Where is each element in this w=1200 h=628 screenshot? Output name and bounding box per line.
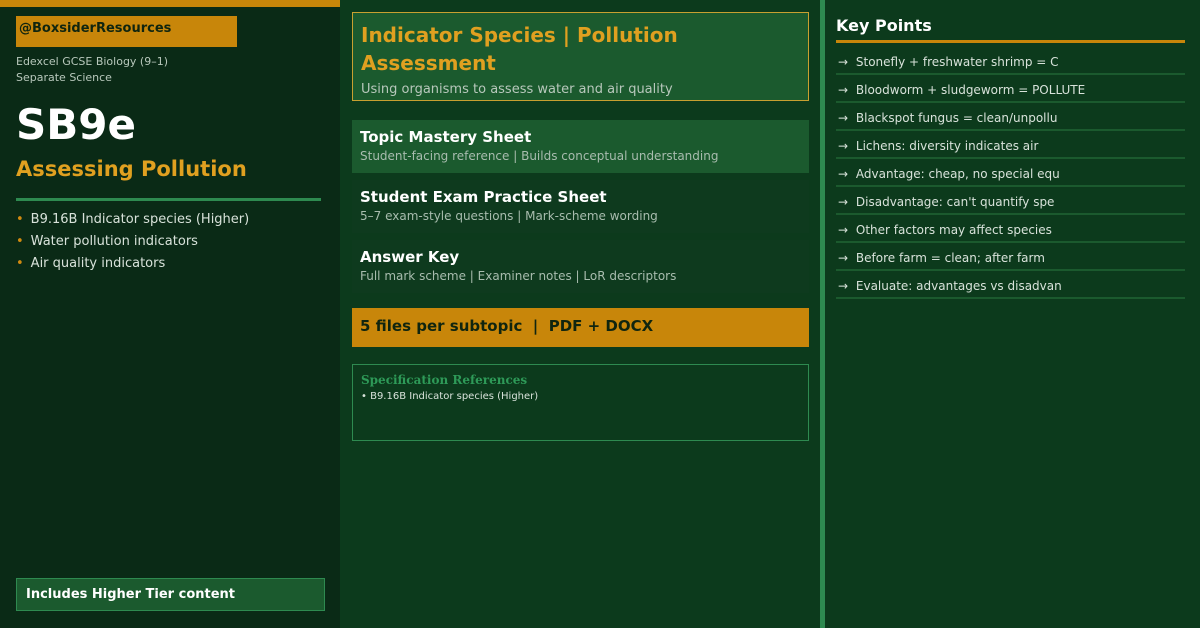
- arrow-icon: →: [838, 251, 849, 265]
- card-title: Topic Mastery Sheet: [360, 128, 532, 146]
- arrow-icon: →: [838, 167, 849, 181]
- course-name: Edexcel GCSE Biology (9–1): [16, 55, 169, 68]
- arrow-icon: →: [838, 139, 849, 153]
- accent-bar: [0, 0, 340, 7]
- list-item: → Disadvantage: can't quantify spe: [836, 187, 1185, 215]
- page-description: Using organisms to assess water and air …: [361, 82, 673, 97]
- arrow-icon: →: [838, 55, 849, 69]
- course-info: Edexcel GCSE Biology (9–1) Separate Scie…: [16, 54, 168, 86]
- list-item: • Water pollution indicators: [16, 234, 198, 249]
- arrow-icon: →: [838, 111, 849, 125]
- list-item: → Bloodworm + sludgeworm = POLLUTE: [836, 75, 1185, 103]
- topic-bullets: • B9.16B Indicator species (Higher) • Wate…: [16, 209, 249, 275]
- list-item: → Before farm = clean; after farm: [836, 243, 1185, 271]
- list-item: → Blackspot fungus = clean/unpollu: [836, 103, 1185, 131]
- card-title: Answer Key: [360, 248, 460, 266]
- page-title: Indicator Species | Pollution Assessment: [361, 23, 678, 75]
- files-banner: 5 files per subtopic | PDF + DOCX: [352, 308, 809, 347]
- topic-code: SB9e: [16, 100, 136, 149]
- brand-handle: @BoxsiderResources: [16, 16, 237, 47]
- tier-badge: Includes Higher Tier content: [16, 578, 325, 611]
- column-divider: [820, 0, 825, 628]
- resource-card-practice: Student Exam Practice Sheet 5–7 exam-sty…: [352, 180, 809, 233]
- arrow-icon: →: [838, 195, 849, 209]
- key-points-rule: [836, 40, 1185, 43]
- list-item: • B9.16B Indicator species (Higher): [16, 212, 250, 227]
- list-item: → Evaluate: advantages vs disadvan: [836, 271, 1185, 299]
- list-item: → Other factors may affect species: [836, 215, 1185, 243]
- card-description: Full mark scheme | Examiner notes | LoR …: [360, 269, 677, 283]
- header-card: Indicator Species | Pollution Assessment…: [352, 12, 809, 101]
- course-track: Separate Science: [16, 71, 112, 84]
- card-title: Student Exam Practice Sheet: [360, 188, 607, 206]
- list-item: → Advantage: cheap, no special equ: [836, 159, 1185, 187]
- card-description: 5–7 exam-style questions | Mark-scheme w…: [360, 209, 658, 223]
- bullet-icon: •: [16, 212, 24, 227]
- key-points-list: → Stonefly + freshwater shrimp = C → Blo…: [836, 47, 1185, 299]
- key-points-title: Key Points: [836, 16, 932, 35]
- list-item: • Air quality indicators: [16, 256, 166, 271]
- resource-card-mastery: Topic Mastery Sheet Student-facing refer…: [352, 120, 809, 173]
- topic-title: Assessing Pollution: [16, 157, 247, 181]
- divider-rule: [16, 198, 321, 201]
- list-item: → Lichens: diversity indicates air: [836, 131, 1185, 159]
- spec-title: Specification References: [361, 373, 528, 387]
- list-item: → Stonefly + freshwater shrimp = C: [836, 47, 1185, 75]
- spec-references: Specification References • B9.16B Indica…: [352, 364, 809, 441]
- bullet-icon: •: [16, 234, 24, 249]
- arrow-icon: →: [838, 279, 849, 293]
- arrow-icon: →: [838, 83, 849, 97]
- arrow-icon: →: [838, 223, 849, 237]
- resource-card-answer-key: Answer Key Full mark scheme | Examiner n…: [352, 240, 809, 293]
- card-description: Student-facing reference | Builds concep…: [360, 149, 719, 163]
- bullet-icon: •: [16, 256, 24, 271]
- spec-item: • B9.16B Indicator species (Higher): [361, 391, 539, 402]
- left-panel: @BoxsiderResources Edexcel GCSE Biology …: [0, 0, 340, 628]
